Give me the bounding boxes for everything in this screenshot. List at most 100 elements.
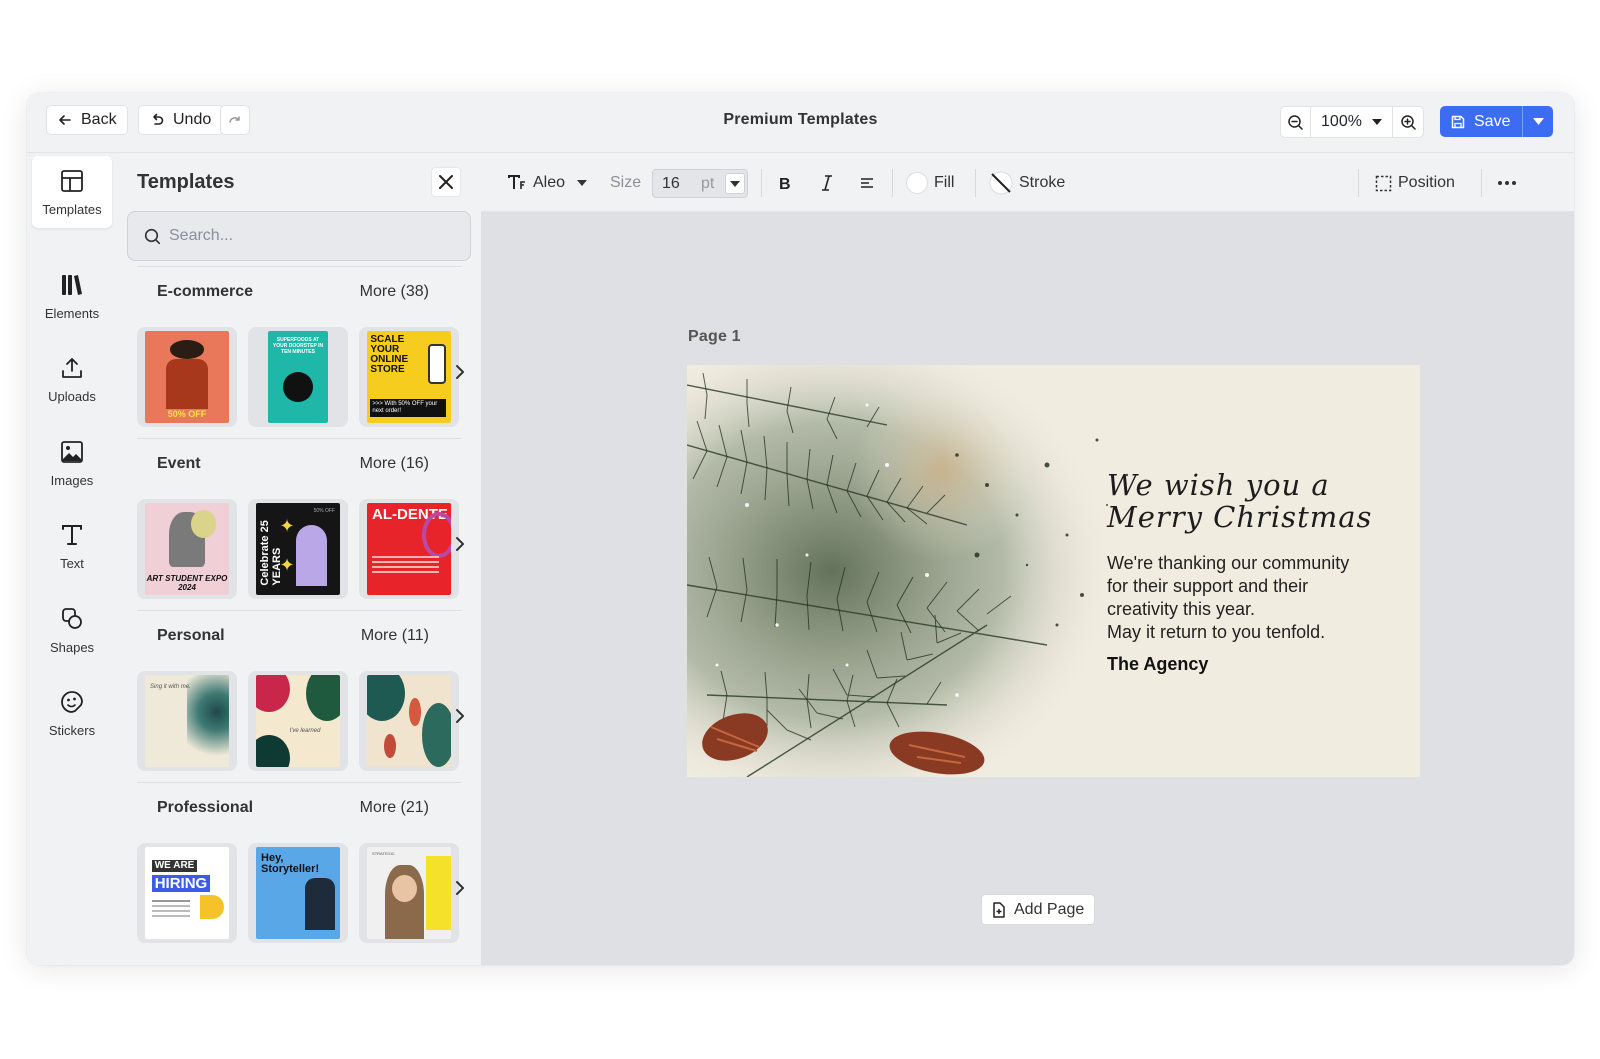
thumb-text: Celebrate 25 YEARS (259, 520, 284, 586)
rail-label: Shapes (49, 639, 95, 655)
fill-button[interactable]: Fill (906, 170, 954, 196)
body-line: May it return to you tenfold. (1107, 622, 1326, 642)
search-box (127, 211, 471, 261)
chevron-right-icon[interactable] (453, 878, 467, 898)
upload-icon (62, 357, 82, 378)
stroke-button[interactable]: Stroke (989, 170, 1065, 196)
svg-text:B: B (779, 176, 791, 192)
body-line: We're thanking our community (1107, 553, 1350, 573)
template-thumb[interactable]: ART STUDENT EXPO 2024 (137, 499, 237, 599)
chevron-right-icon[interactable] (453, 362, 467, 382)
more-horizontal-icon (1498, 181, 1516, 185)
template-thumb[interactable]: WE ARE HIRING (137, 843, 237, 943)
fill-swatch (906, 172, 928, 194)
rail-label: Templates (42, 201, 102, 217)
sticker-icon (61, 690, 83, 713)
rail-item-uploads[interactable]: Uploads (32, 343, 112, 415)
category-more-link[interactable]: More (11) (361, 627, 429, 645)
category-header: Event More (16) (157, 455, 429, 473)
thumb-text: SUPERFOODS AT YOUR DOORSTEP IN TEN MINUT… (272, 336, 324, 355)
align-left-icon (861, 178, 873, 188)
zoom-select[interactable]: 100% (1311, 107, 1393, 137)
template-thumb[interactable]: I've learned (248, 671, 348, 771)
thumb-preview: WE ARE HIRING (145, 847, 229, 939)
more-options-button[interactable] (1497, 170, 1517, 196)
close-panel-button[interactable] (431, 167, 461, 197)
rail-label: Images (50, 472, 94, 488)
template-thumb[interactable]: STRATEGIC (359, 843, 459, 943)
category-more-link[interactable]: More (21) (360, 799, 429, 817)
thumb-preview: Sing it with me. (145, 675, 229, 767)
save-options-button[interactable] (1522, 106, 1553, 137)
category-name: Event (157, 455, 201, 472)
rail-item-shapes[interactable]: Shapes (32, 594, 112, 666)
elements-icon (62, 274, 82, 295)
chevron-right-icon[interactable] (453, 534, 467, 554)
rail-item-images[interactable]: Images (32, 427, 112, 499)
zoom-controls: 100% (1280, 106, 1424, 138)
thumb-text: I've learned (289, 728, 321, 735)
size-unit: pt (701, 174, 715, 192)
signature[interactable]: The Agency (1107, 654, 1208, 675)
add-page-button[interactable]: Add Page (981, 894, 1096, 925)
font-select[interactable]: Aleo (507, 170, 588, 196)
font-size-input[interactable]: 16 pt (652, 169, 748, 198)
close-icon (439, 175, 453, 189)
italic-button[interactable] (819, 170, 835, 196)
zoom-out-button[interactable] (1281, 107, 1311, 137)
greeting-body[interactable]: We're thanking our community for their s… (1107, 552, 1407, 644)
design-canvas[interactable]: We wish you a Merry Christmas We're than… (687, 365, 1420, 777)
fill-label: Fill (934, 174, 955, 191)
rail-item-elements[interactable]: Elements (32, 260, 112, 332)
thumb-subtext: >>> With 50% OFF your next order! (370, 399, 446, 418)
size-value: 16 (662, 174, 680, 192)
font-name: Aleo (533, 174, 566, 191)
template-thumb[interactable]: SUPERFOODS AT YOUR DOORSTEP IN TEN MINUT… (248, 327, 348, 427)
category-more-link[interactable]: More (38) (360, 283, 429, 301)
thumb-text: ART STUDENT EXPO 2024 (146, 574, 228, 592)
zoom-in-button[interactable] (1393, 107, 1423, 137)
template-thumb[interactable]: 50% OFF (137, 327, 237, 427)
add-page-label: Add Page (1014, 900, 1085, 918)
image-icon (61, 440, 83, 463)
category-header: Personal More (11) (157, 627, 429, 645)
toolbar-divider (761, 169, 762, 197)
italic-icon (822, 175, 832, 191)
toolbar-divider (892, 169, 893, 197)
thumb-preview: Hey, Storyteller! (256, 847, 340, 939)
template-thumb[interactable]: Celebrate 25 YEARS ✦ ✦ 50% OFF (248, 499, 348, 599)
category-more-link[interactable]: More (16) (360, 455, 429, 473)
search-input[interactable] (169, 227, 449, 245)
chevron-right-icon[interactable] (453, 706, 467, 726)
save-label: Save (1474, 112, 1511, 130)
panel-title: Templates (137, 171, 235, 193)
text-icon (62, 524, 82, 545)
thumb-row: WE ARE HIRING Hey, Storyteller! STRATEGI… (137, 843, 461, 947)
top-bar: Back Undo Premium Templates 100% Save (27, 93, 1574, 153)
thumb-subtext: HIRING (151, 874, 211, 892)
save-button[interactable]: Save (1440, 106, 1522, 137)
stroke-label: Stroke (1019, 174, 1066, 191)
rail-item-stickers[interactable]: Stickers (32, 677, 112, 749)
rail-label: Elements (44, 305, 100, 321)
category-professional: Professional More (21) WE ARE HIRING Hey… (137, 782, 464, 965)
rail-item-text[interactable]: Text (32, 510, 112, 582)
template-thumb[interactable]: Sing it with me. (137, 671, 237, 771)
size-label: Size (610, 174, 642, 191)
thumb-preview: STRATEGIC (367, 847, 451, 939)
position-button[interactable]: Position (1375, 170, 1455, 196)
greeting-script[interactable]: We wish you a Merry Christmas (1107, 469, 1407, 533)
template-thumb[interactable]: AL-DENTE (359, 499, 459, 599)
bold-button[interactable]: B (777, 170, 793, 196)
greeting-line-2: Merry Christmas (1107, 500, 1373, 534)
thumb-row: 50% OFF SUPERFOODS AT YOUR DOORSTEP IN T… (137, 327, 461, 431)
templates-panel: Templates E-commerce More (38) 50% OFF (117, 154, 481, 965)
template-thumb[interactable] (359, 671, 459, 771)
template-thumb[interactable]: Hey, Storyteller! (248, 843, 348, 943)
template-thumb[interactable]: SCALE YOUR ONLINE STORE >>> With 50% OFF… (359, 327, 459, 427)
rail-item-templates[interactable]: Templates (32, 156, 112, 228)
floppy-icon (1451, 115, 1465, 128)
size-dropdown-button[interactable] (725, 173, 745, 194)
align-button[interactable] (859, 170, 875, 196)
save-group: Save (1440, 106, 1554, 137)
